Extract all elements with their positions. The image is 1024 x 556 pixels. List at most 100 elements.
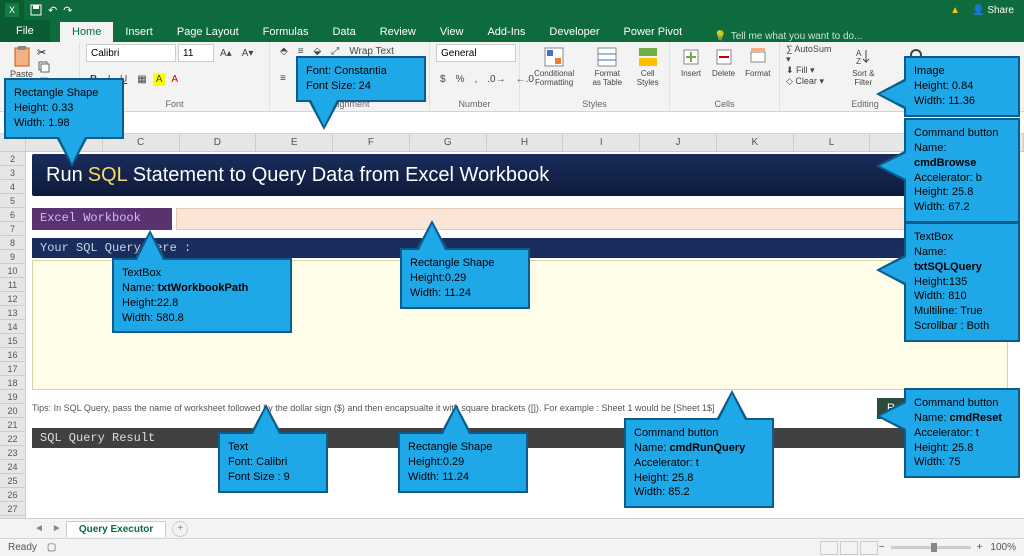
border-icon[interactable]: ▦ — [133, 72, 150, 87]
row-header[interactable]: 7 — [0, 222, 26, 236]
fill-button[interactable]: ⬇ Fill ▾ — [786, 65, 835, 76]
clear-button[interactable]: ◇ Clear ▾ — [786, 76, 835, 87]
cells-group-label: Cells — [676, 97, 773, 109]
tab-developer[interactable]: Developer — [537, 22, 611, 42]
row-header[interactable]: 27 — [0, 502, 26, 516]
tab-home[interactable]: Home — [60, 22, 113, 42]
callout-rect1: Rectangle ShapeHeight: 0.33Width: 1.98 — [4, 78, 124, 139]
cell-styles-button[interactable]: Cell Styles — [632, 44, 663, 89]
callout-rect3: Rectangle ShapeHeight:0.29Width: 11.24 — [398, 432, 528, 493]
col-header[interactable]: H — [487, 134, 564, 151]
sheet-tabs: ◄ ► Query Executor + — [0, 518, 1024, 538]
undo-icon[interactable]: ↶ — [48, 4, 57, 17]
font-size-select[interactable] — [178, 44, 214, 62]
align-top-icon[interactable]: ⬘ — [276, 44, 292, 59]
percent-icon[interactable]: % — [452, 72, 469, 87]
row-header[interactable]: 26 — [0, 488, 26, 502]
tab-file[interactable]: File — [0, 20, 50, 42]
decrease-font-icon[interactable]: A▾ — [238, 46, 258, 61]
col-header[interactable]: J — [640, 134, 717, 151]
row-header[interactable]: 23 — [0, 446, 26, 460]
share-button[interactable]: 👤 Share — [972, 5, 1014, 16]
tab-page-layout[interactable]: Page Layout — [165, 22, 251, 42]
callout-run: Command buttonName: cmdRunQueryAccelerat… — [624, 418, 774, 508]
row-headers: 2345678910111213141516171819202122232425… — [0, 152, 26, 532]
tab-powerpivot[interactable]: Power Pivot — [612, 22, 695, 42]
col-header[interactable]: I — [563, 134, 640, 151]
row-header[interactable]: 25 — [0, 474, 26, 488]
col-header[interactable]: K — [717, 134, 794, 151]
row-header[interactable]: 14 — [0, 320, 26, 334]
row-header[interactable]: 15 — [0, 334, 26, 348]
col-header[interactable]: E — [256, 134, 333, 151]
col-header[interactable]: L — [794, 134, 871, 151]
page-layout-view-icon[interactable] — [840, 541, 858, 555]
row-header[interactable]: 4 — [0, 180, 26, 194]
fill-color-icon[interactable]: A — [153, 73, 166, 86]
tab-review[interactable]: Review — [368, 22, 428, 42]
tab-addins[interactable]: Add-Ins — [475, 22, 537, 42]
workbook-path-textbox[interactable] — [176, 208, 947, 230]
comma-icon[interactable]: , — [470, 72, 481, 87]
format-cells-button[interactable]: Format — [741, 44, 774, 80]
font-name-select[interactable] — [86, 44, 176, 62]
row-header[interactable]: 18 — [0, 376, 26, 390]
format-as-table-button[interactable]: Format as Table — [586, 44, 628, 89]
ribbon-tabs: File Home Insert Page Layout Formulas Da… — [0, 20, 1024, 42]
row-header[interactable]: 24 — [0, 460, 26, 474]
zoom-level[interactable]: 100% — [990, 542, 1016, 553]
cut-icon[interactable]: ✂ — [37, 46, 51, 59]
status-ready: Ready — [8, 542, 37, 553]
font-color-icon[interactable]: A — [167, 72, 182, 87]
zoom-out-icon[interactable]: − — [879, 542, 885, 553]
number-format-select[interactable] — [436, 44, 516, 62]
row-header[interactable]: 13 — [0, 306, 26, 320]
sheet-tab-active[interactable]: Query Executor — [66, 521, 166, 537]
normal-view-icon[interactable] — [820, 541, 838, 555]
tab-insert[interactable]: Insert — [113, 22, 165, 42]
sheet-nav-next-icon[interactable]: ► — [48, 523, 66, 534]
column-headers: B C D E F G H I J K L M N — [0, 134, 1024, 152]
delete-cells-button[interactable]: Delete — [708, 44, 739, 80]
conditional-formatting-button[interactable]: Conditional Formatting — [526, 44, 582, 89]
row-header[interactable]: 10 — [0, 264, 26, 278]
row-header[interactable]: 3 — [0, 166, 26, 180]
col-header[interactable]: D — [180, 134, 257, 151]
row-header[interactable]: 12 — [0, 292, 26, 306]
align-left-icon[interactable]: ≡ — [276, 71, 290, 86]
autosum-button[interactable]: ∑ AutoSum ▾ — [786, 44, 835, 65]
row-header[interactable]: 6 — [0, 208, 26, 222]
increase-font-icon[interactable]: A▴ — [216, 46, 236, 61]
insert-cells-button[interactable]: Insert — [676, 44, 706, 80]
increase-decimal-icon[interactable]: .0→ — [483, 72, 509, 87]
tell-me[interactable]: 💡 Tell me what you want to do... — [714, 31, 862, 42]
currency-icon[interactable]: $ — [436, 72, 450, 87]
row-header[interactable]: 5 — [0, 194, 26, 208]
zoom-slider[interactable] — [891, 546, 971, 549]
row-header[interactable]: 11 — [0, 278, 26, 292]
row-header[interactable]: 17 — [0, 362, 26, 376]
row-header[interactable]: 9 — [0, 250, 26, 264]
row-header[interactable]: 22 — [0, 432, 26, 446]
sheet-nav-prev-icon[interactable]: ◄ — [30, 523, 48, 534]
row-header[interactable]: 21 — [0, 418, 26, 432]
tab-data[interactable]: Data — [320, 22, 367, 42]
save-icon[interactable] — [30, 4, 42, 17]
redo-icon[interactable]: ↷ — [63, 4, 72, 17]
copy-icon[interactable] — [37, 60, 51, 74]
tab-view[interactable]: View — [428, 22, 476, 42]
ribbon: Paste ✂ Clipboard A▴ A▾ B I U ▦ A A Font — [0, 42, 1024, 112]
col-header[interactable]: F — [333, 134, 410, 151]
row-header[interactable]: 8 — [0, 236, 26, 250]
row-header[interactable]: 2 — [0, 152, 26, 166]
col-header[interactable]: G — [410, 134, 487, 151]
zoom-in-icon[interactable]: + — [977, 542, 983, 553]
row-header[interactable]: 19 — [0, 390, 26, 404]
callout-image: ImageHeight: 0.84Width: 11.36 — [904, 56, 1020, 117]
row-header[interactable]: 16 — [0, 348, 26, 362]
row-header[interactable]: 20 — [0, 404, 26, 418]
tab-formulas[interactable]: Formulas — [251, 22, 321, 42]
page-break-view-icon[interactable] — [860, 541, 878, 555]
macro-record-icon[interactable]: ▢ — [47, 542, 56, 553]
add-sheet-button[interactable]: + — [172, 521, 188, 537]
